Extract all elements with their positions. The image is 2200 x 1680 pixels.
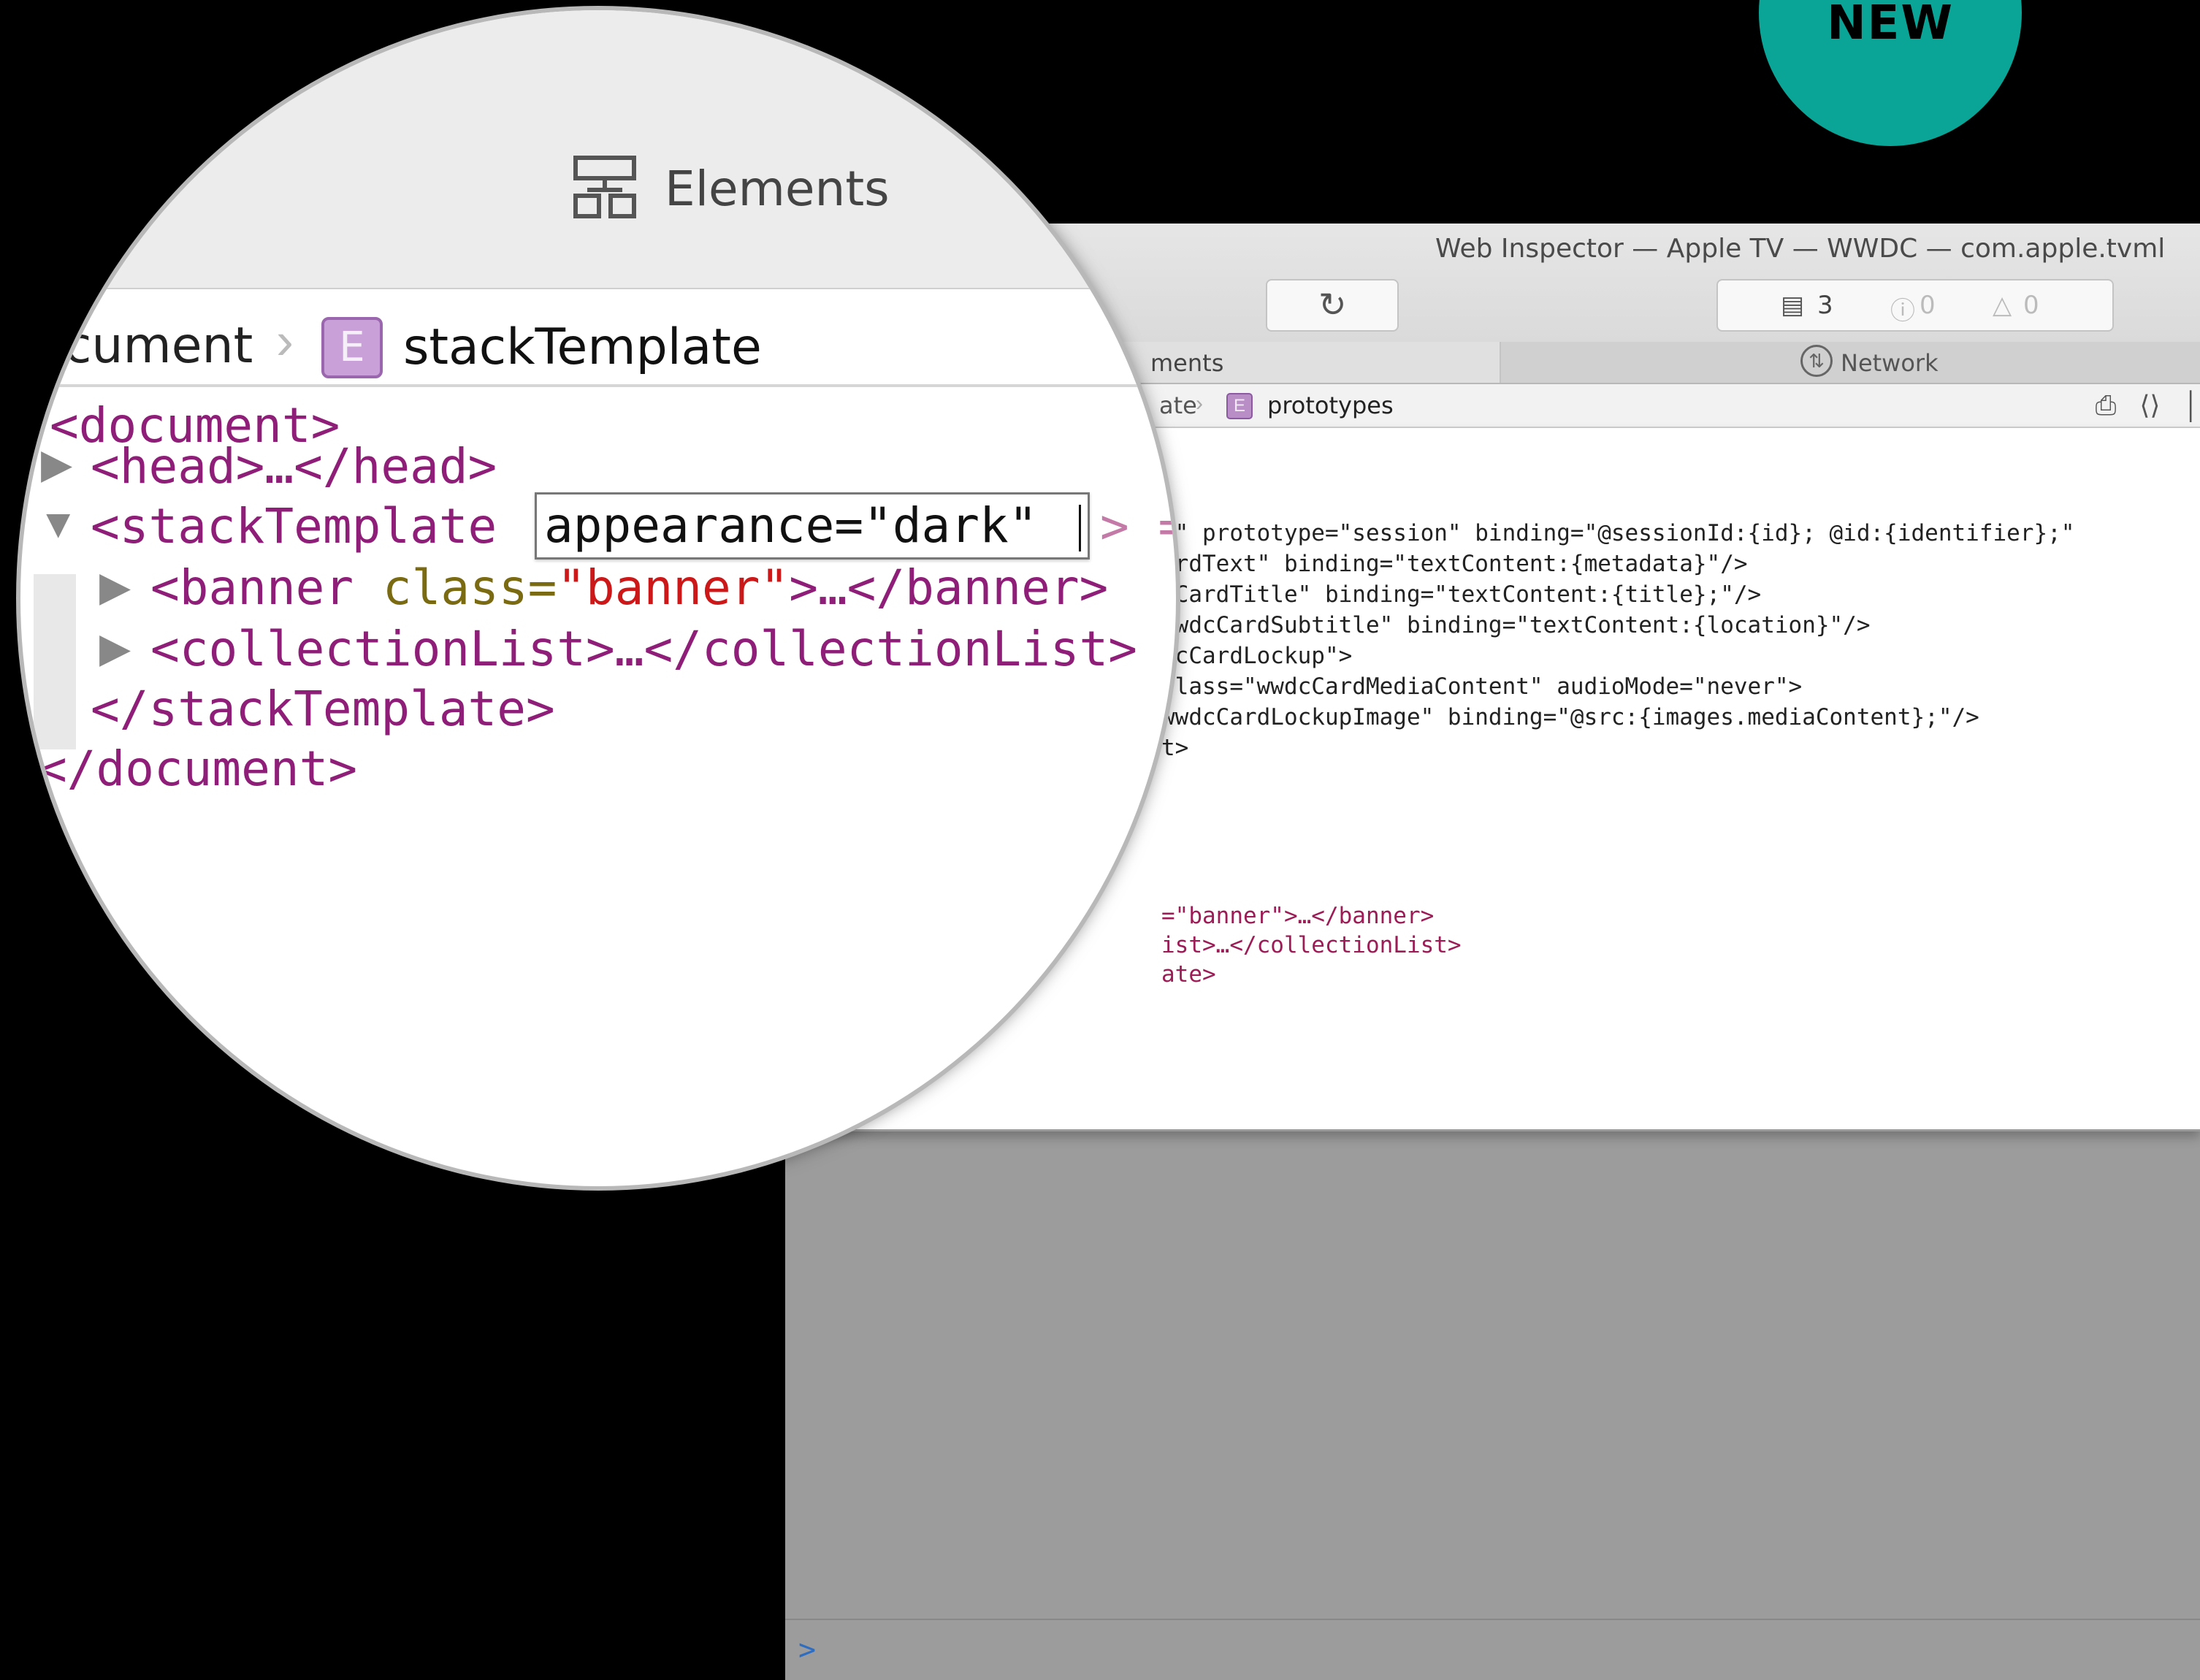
pathbar-tools: ⎙ ⟨⟩ │ bbox=[2079, 390, 2200, 421]
code-line: :CardTitle" binding="textContent:{title}… bbox=[1161, 581, 1762, 608]
selection-gutter bbox=[34, 574, 76, 749]
console-prompt[interactable]: > bbox=[798, 1633, 816, 1667]
dom-node-stacktemplate-end: > = bbox=[1100, 498, 1176, 554]
messages-icon: ▤ bbox=[1781, 291, 1805, 320]
element-badge-icon: E bbox=[1226, 393, 1253, 419]
attribute-editor-value: appearance="dark" bbox=[544, 497, 1038, 554]
code-line: ="banner">…</banner> bbox=[1161, 903, 1435, 929]
new-badge-label: NEW bbox=[1827, 0, 1954, 50]
tab-network-label: Network bbox=[1841, 349, 1939, 377]
warnings-count: 0 bbox=[2023, 291, 2039, 320]
disclosure-collapsed-icon[interactable]: ▶ bbox=[41, 440, 72, 488]
code-line: ardText" binding="textContent:{metadata}… bbox=[1161, 551, 1748, 577]
print-icon[interactable]: ⎙ bbox=[2096, 390, 2117, 420]
console-status-box[interactable]: ▤ 3 ⓘ 0 △ 0 bbox=[1716, 279, 2114, 332]
element-badge-icon: E bbox=[321, 317, 383, 378]
dom-node-stacktemplate-close[interactable]: </stackTemplate> bbox=[91, 681, 555, 737]
breadcrumb-item-truncated[interactable]: ate bbox=[1159, 392, 1197, 419]
errors-icon: ⓘ bbox=[1890, 297, 1915, 326]
magnified-tab-bar: Elements bbox=[20, 10, 1176, 290]
dom-node-banner[interactable]: <banner class="banner">…</banner> bbox=[150, 560, 1108, 616]
disclosure-collapsed-icon[interactable]: ▶ bbox=[99, 562, 131, 611]
elements-icon bbox=[573, 156, 636, 218]
disclosure-expanded-icon[interactable]: ▼ bbox=[38, 500, 78, 547]
code-line: wwdcCardSubtitle" binding="textContent:{… bbox=[1161, 612, 1871, 638]
breadcrumb-separator-icon: › bbox=[1196, 392, 1203, 416]
dom-node-stacktemplate[interactable]: <stackTemplate bbox=[91, 498, 497, 554]
code-line: ate> bbox=[1161, 961, 1216, 988]
magnified-breadcrumb: cument › E stackTemplate bbox=[20, 289, 1176, 387]
disclosure-collapsed-icon[interactable]: ▶ bbox=[99, 624, 131, 672]
attribute-editor-input[interactable]: appearance="dark" bbox=[535, 492, 1090, 560]
reload-button[interactable]: ↻ bbox=[1266, 279, 1399, 332]
banner-tag: <banner bbox=[150, 560, 383, 616]
messages-count: 3 bbox=[1817, 291, 1833, 320]
breadcrumb-item-document[interactable]: cument bbox=[64, 317, 253, 375]
breadcrumb-item-prototypes[interactable]: prototypes bbox=[1267, 392, 1394, 419]
errors-count: 0 bbox=[1920, 291, 1936, 320]
tab-network[interactable]: ⇅ Network bbox=[1501, 342, 2200, 383]
banner-attr-value: "banner" bbox=[557, 560, 790, 616]
code-line: d" prototype="session" binding="@session… bbox=[1161, 520, 2075, 546]
breadcrumb-separator-icon: › bbox=[276, 312, 294, 370]
reload-icon: ↻ bbox=[1318, 286, 1347, 324]
window-title: Web Inspector — Apple TV — WWDC — com.ap… bbox=[1435, 234, 2166, 264]
new-badge: NEW bbox=[1759, 0, 2022, 146]
tab-elements-label-magnified[interactable]: Elements bbox=[665, 161, 890, 217]
code-line: t> bbox=[1161, 735, 1189, 761]
console-divider bbox=[785, 1619, 2200, 1620]
code-line: wwdcCardLockupImage" binding="@src:{imag… bbox=[1161, 704, 1979, 730]
breadcrumb-item-stacktemplate[interactable]: stackTemplate bbox=[403, 318, 762, 376]
dom-node-document-close[interactable]: </document> bbox=[38, 741, 357, 797]
code-line: ist>…</collectionList> bbox=[1161, 932, 1462, 958]
code-line: :lass="wwdcCardMediaContent" audioMode="… bbox=[1161, 673, 1803, 700]
text-caret bbox=[1079, 505, 1081, 551]
banner-close: >…</banner> bbox=[789, 560, 1109, 616]
dom-node-head[interactable]: <head>…</head> bbox=[91, 438, 497, 495]
split-icon[interactable]: │ bbox=[2184, 390, 2200, 420]
network-icon: ⇅ bbox=[1800, 345, 1833, 377]
dom-node-collectionlist[interactable]: <collectionList>…</collectionList> bbox=[150, 621, 1137, 677]
warnings-icon: △ bbox=[1993, 291, 2012, 320]
banner-attr-name: class= bbox=[382, 560, 557, 616]
magnifier-lens: Elements cument › E stackTemplate <docum… bbox=[20, 10, 1176, 1186]
source-code-icon[interactable]: ⟨⟩ bbox=[2139, 390, 2160, 420]
code-line: dcCardLockup"> bbox=[1161, 643, 1353, 669]
